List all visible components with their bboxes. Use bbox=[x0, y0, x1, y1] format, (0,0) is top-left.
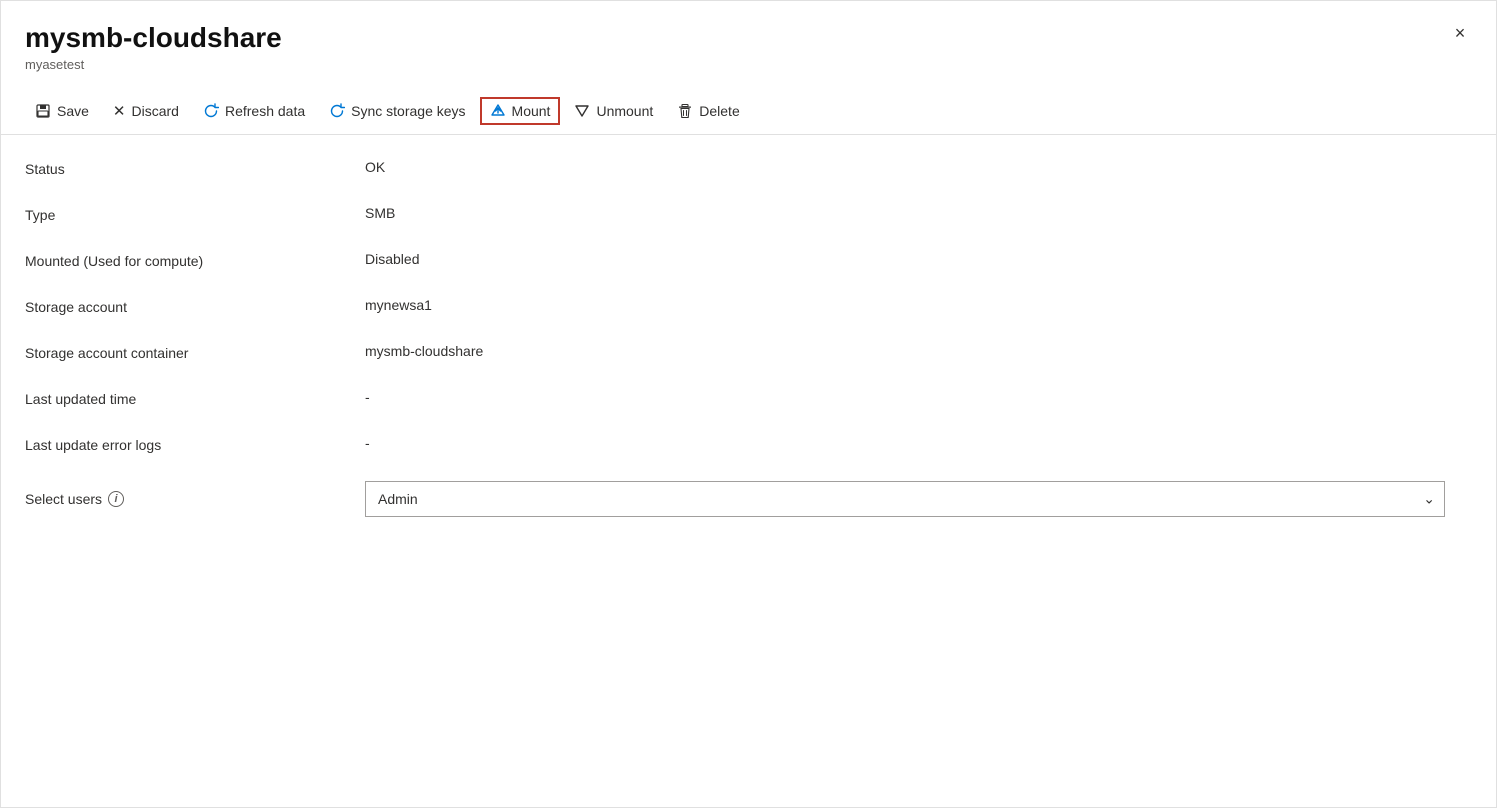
field-row-last-updated: Last updated time - bbox=[25, 389, 1472, 407]
field-label-storage-account: Storage account bbox=[25, 297, 365, 315]
field-value-storage-account: mynewsa1 bbox=[365, 297, 432, 313]
field-value-last-updated: - bbox=[365, 389, 370, 405]
page-title: mysmb-cloudshare bbox=[25, 21, 1472, 55]
close-button[interactable]: × bbox=[1444, 17, 1476, 49]
field-value-storage-container: mysmb-cloudshare bbox=[365, 343, 483, 359]
refresh-button[interactable]: Refresh data bbox=[193, 97, 315, 125]
field-value-mounted: Disabled bbox=[365, 251, 419, 267]
refresh-icon bbox=[203, 103, 219, 119]
field-label-type: Type bbox=[25, 205, 365, 223]
sync-label: Sync storage keys bbox=[351, 103, 465, 119]
save-label: Save bbox=[57, 103, 89, 119]
mount-button[interactable]: Mount bbox=[480, 97, 561, 125]
field-value-error-logs: - bbox=[365, 435, 370, 451]
unmount-button[interactable]: Unmount bbox=[564, 97, 663, 125]
save-button[interactable]: Save bbox=[25, 97, 99, 125]
content-area: Status OK Type SMB Mounted (Used for com… bbox=[1, 135, 1496, 569]
field-label-error-logs: Last update error logs bbox=[25, 435, 365, 453]
select-users-row: Select users i Admin ⌄ bbox=[25, 481, 1472, 517]
delete-icon bbox=[677, 103, 693, 119]
info-icon[interactable]: i bbox=[108, 491, 124, 507]
sync-button[interactable]: Sync storage keys bbox=[319, 97, 475, 125]
select-users-dropdown[interactable]: Admin bbox=[365, 481, 1445, 517]
field-value-type: SMB bbox=[365, 205, 395, 221]
select-users-label: Select users i bbox=[25, 491, 365, 507]
discard-label: Discard bbox=[132, 103, 179, 119]
field-row-storage-account: Storage account mynewsa1 bbox=[25, 297, 1472, 315]
discard-icon: ✕ bbox=[113, 102, 126, 120]
discard-button[interactable]: ✕ Discard bbox=[103, 96, 189, 126]
field-row-type: Type SMB bbox=[25, 205, 1472, 223]
sync-icon bbox=[329, 103, 345, 119]
detail-panel: × mysmb-cloudshare myasetest Save ✕ Disc… bbox=[0, 0, 1497, 808]
unmount-icon bbox=[574, 103, 590, 119]
mount-icon bbox=[490, 103, 506, 119]
field-row-storage-container: Storage account container mysmb-cloudsha… bbox=[25, 343, 1472, 361]
delete-button[interactable]: Delete bbox=[667, 97, 749, 125]
toolbar: Save ✕ Discard Refresh data Sync st bbox=[1, 88, 1496, 135]
close-icon: × bbox=[1455, 23, 1466, 44]
field-value-status: OK bbox=[365, 159, 385, 175]
page-subtitle: myasetest bbox=[25, 57, 1472, 72]
field-label-last-updated: Last updated time bbox=[25, 389, 365, 407]
mount-label: Mount bbox=[512, 103, 551, 119]
refresh-label: Refresh data bbox=[225, 103, 305, 119]
field-row-error-logs: Last update error logs - bbox=[25, 435, 1472, 453]
select-users-text: Select users bbox=[25, 491, 102, 507]
field-label-mounted: Mounted (Used for compute) bbox=[25, 251, 365, 269]
save-icon bbox=[35, 103, 51, 119]
field-label-status: Status bbox=[25, 159, 365, 177]
field-row-mounted: Mounted (Used for compute) Disabled bbox=[25, 251, 1472, 269]
delete-label: Delete bbox=[699, 103, 739, 119]
field-row-status: Status OK bbox=[25, 159, 1472, 177]
unmount-label: Unmount bbox=[596, 103, 653, 119]
select-users-dropdown-container: Admin ⌄ bbox=[365, 481, 1445, 517]
field-label-storage-container: Storage account container bbox=[25, 343, 365, 361]
panel-header: mysmb-cloudshare myasetest bbox=[1, 1, 1496, 72]
